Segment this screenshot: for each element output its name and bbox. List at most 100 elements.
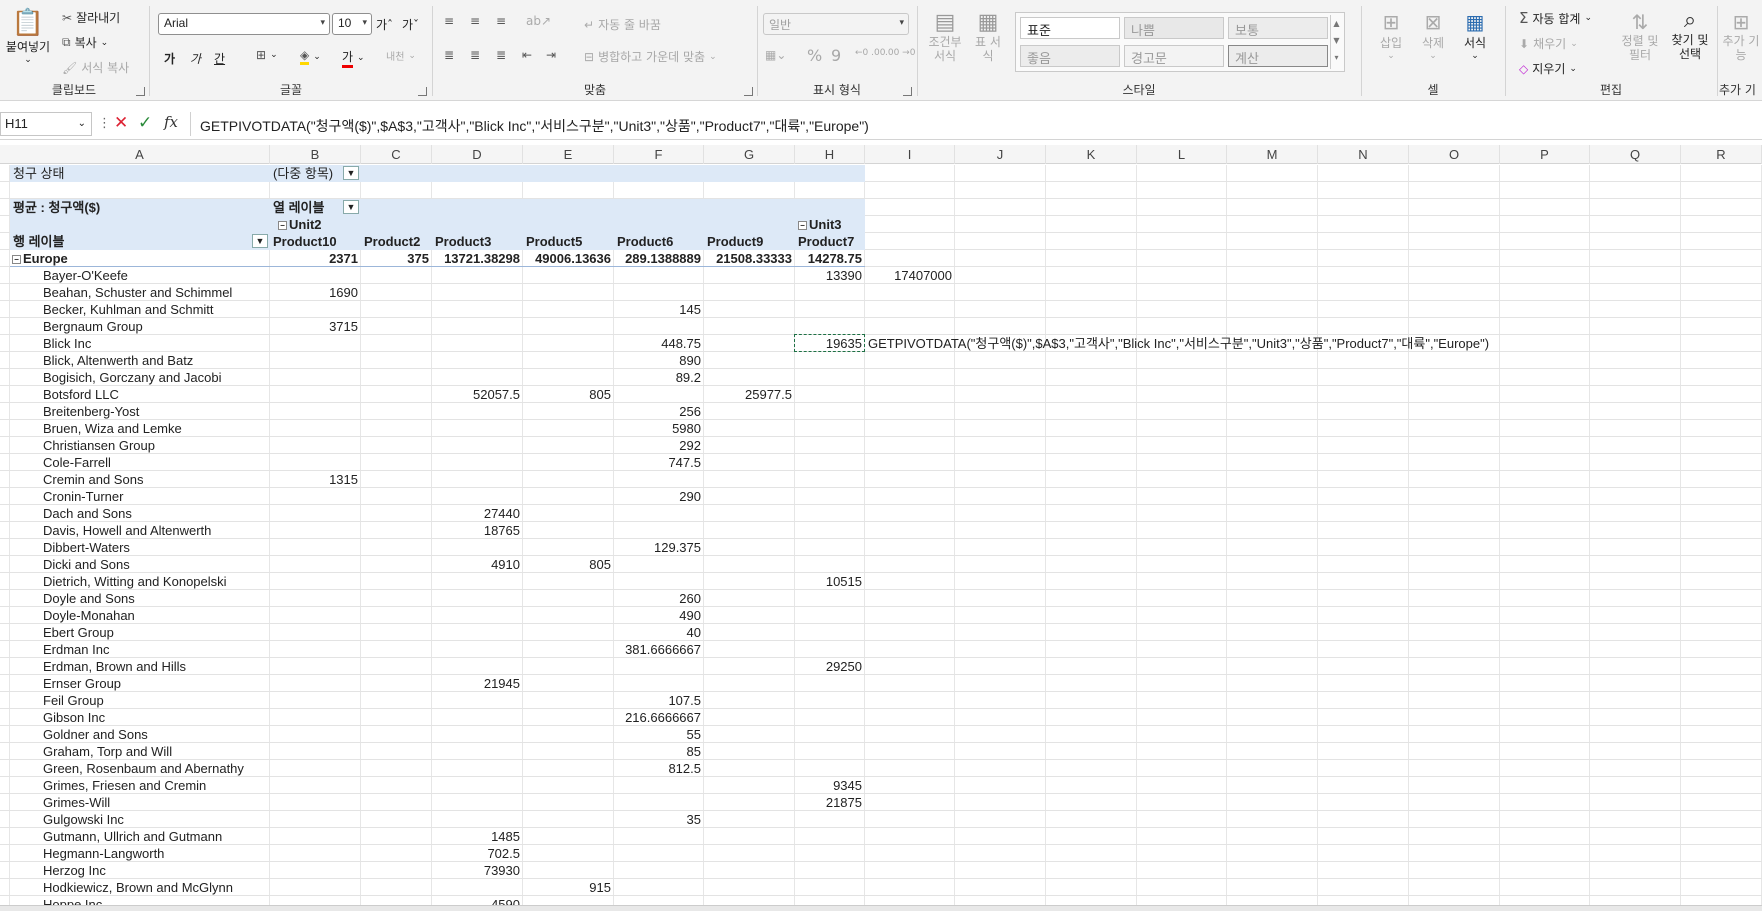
bold-button[interactable]: 가 (164, 50, 175, 67)
pivot-region-row[interactable]: − Europe (12, 250, 266, 267)
column-header-p[interactable]: P (1500, 145, 1590, 164)
pivot-row-labels[interactable]: 행 레이블 (13, 233, 267, 250)
collapse-icon[interactable]: − (278, 221, 287, 231)
pivot-value-cell[interactable]: 260 (614, 590, 701, 607)
find-select-button[interactable]: ⌕ 찾기 및 선택 (1667, 8, 1713, 61)
column-header-q[interactable]: Q (1590, 145, 1681, 164)
pivot-value-cell[interactable]: 13390 (795, 267, 862, 284)
align-bottom-button[interactable]: ≡ (496, 14, 506, 28)
phonetic-button[interactable]: 내천 ⌄ (386, 48, 416, 64)
underline-button[interactable]: 간 (214, 50, 225, 67)
pivot-value-cell[interactable]: 747.5 (614, 454, 701, 471)
name-box[interactable]: H11 ⌄ (0, 112, 92, 136)
pivot-customer-name[interactable]: Bergnaum Group (43, 318, 267, 335)
pivot-customer-name[interactable]: Goldner and Sons (43, 726, 267, 743)
pivot-value-cell[interactable]: 40 (614, 624, 701, 641)
copy-button[interactable]: ⧉ 복사 ⌄ (62, 34, 108, 51)
pivot-customer-name[interactable]: Blick Inc (43, 335, 267, 352)
pivot-value-cell[interactable]: 89.2 (614, 369, 701, 386)
style-bad[interactable]: 나쁨 (1124, 17, 1224, 39)
column-header-g[interactable]: G (704, 145, 795, 164)
pivot-value-cell[interactable]: 3715 (270, 318, 358, 335)
pivot-customer-name[interactable]: Ebert Group (43, 624, 267, 641)
pivot-customer-name[interactable]: Bruen, Wiza and Lemke (43, 420, 267, 437)
style-warning[interactable]: 경고문 (1124, 45, 1224, 67)
column-header-h[interactable]: H (795, 145, 865, 164)
pivot-customer-name[interactable]: Botsford LLC (43, 386, 267, 403)
pivot-value-cell[interactable]: 21875 (795, 794, 862, 811)
pivot-value-cell[interactable]: 256 (614, 403, 701, 420)
font-launcher[interactable] (418, 87, 427, 96)
pivot-value-cell[interactable]: 10515 (795, 573, 862, 590)
pivot-value-cell[interactable]: 21945 (432, 675, 520, 692)
conditional-format-button[interactable]: ▤ 조건부 서식 (925, 10, 965, 63)
percent-button[interactable]: % (807, 46, 822, 65)
pivot-product-header[interactable]: Product3 (435, 233, 520, 250)
grow-font-button[interactable]: 가ˆ (376, 16, 393, 33)
pivot-value-cell[interactable]: 216.6666667 (614, 709, 701, 726)
pivot-customer-name[interactable]: Hodkiewicz, Brown and McGlynn (43, 879, 267, 896)
format-as-table-button[interactable]: ▦ 표 서식 (973, 10, 1003, 63)
pivot-customer-name[interactable]: Feil Group (43, 692, 267, 709)
pivot-value-cell[interactable]: 25977.5 (704, 386, 792, 403)
fill-button[interactable]: ⬇ 채우기 ⌄ (1519, 35, 1578, 52)
column-header-k[interactable]: K (1046, 145, 1137, 164)
pivot-customer-name[interactable]: Gibson Inc (43, 709, 267, 726)
pivot-customer-name[interactable]: Gulgowski Inc (43, 811, 267, 828)
pivot-product-header[interactable]: Product5 (526, 233, 611, 250)
column-header-b[interactable]: B (270, 145, 361, 164)
pivot-product-header[interactable]: Product7 (798, 233, 862, 250)
pivot-value-cell[interactable]: 52057.5 (432, 386, 520, 403)
pivot-customer-name[interactable]: Erdman, Brown and Hills (43, 658, 267, 675)
cancel-icon[interactable]: ✕ (114, 113, 128, 133)
increase-decimal-button[interactable]: ←0 .00 (855, 48, 885, 58)
active-cell-selection[interactable] (794, 334, 865, 352)
enter-icon[interactable]: ✓ (138, 113, 152, 133)
comma-button[interactable]: 9 (831, 46, 841, 65)
more-options-icon[interactable]: ⋮ (98, 116, 111, 131)
italic-button[interactable]: 가 (190, 50, 201, 67)
align-right-button[interactable]: ≣ (496, 48, 506, 62)
pivot-customer-name[interactable]: Dicki and Sons (43, 556, 267, 573)
pivot-region-total[interactable]: 49006.13636 (523, 250, 611, 267)
style-good[interactable]: 좋음 (1020, 45, 1120, 67)
pivot-value-cell[interactable]: 73930 (432, 862, 520, 879)
paste-button[interactable]: 📋 붙여넣기 ⌄ (4, 8, 52, 65)
pivot-filter-label[interactable]: 청구 상태 (13, 165, 267, 182)
delete-button[interactable]: ⊠ 삭제 ⌄ (1415, 10, 1451, 61)
pivot-region-total[interactable]: 2371 (270, 250, 358, 267)
filter-dropdown-icon[interactable]: ▼ (252, 234, 268, 248)
autosum-button[interactable]: Σ 자동 합계 ⌄ (1519, 9, 1592, 27)
pivot-value-cell[interactable]: 145 (614, 301, 701, 318)
gallery-scroll[interactable]: ▲ ▼ ▾ (1330, 15, 1342, 69)
style-normal[interactable]: 표준 (1020, 17, 1120, 39)
pivot-customer-name[interactable]: Dietrich, Witting and Konopelski (43, 573, 267, 590)
number-launcher[interactable] (903, 87, 912, 96)
align-top-button[interactable]: ≡ (444, 14, 454, 28)
pivot-customer-name[interactable]: Christiansen Group (43, 437, 267, 454)
column-header-e[interactable]: E (523, 145, 614, 164)
column-header-m[interactable]: M (1227, 145, 1318, 164)
clipboard-launcher[interactable] (136, 87, 145, 96)
pivot-value-cell[interactable]: 805 (523, 386, 611, 403)
pivot-value-cell[interactable]: 915 (523, 879, 611, 896)
pivot-customer-name[interactable]: Breitenberg-Yost (43, 403, 267, 420)
pivot-customer-name[interactable]: Grimes, Friesen and Cremin (43, 777, 267, 794)
format-painter-button[interactable]: 🖌 서식 복사 (62, 59, 129, 76)
pivot-customer-name[interactable]: Becker, Kuhlman and Schmitt (43, 301, 267, 318)
pivot-value-cell[interactable]: 129.375 (614, 539, 701, 556)
column-header-d[interactable]: D (432, 145, 523, 164)
pivot-value-cell[interactable]: 1690 (270, 284, 358, 301)
align-left-button[interactable]: ≣ (444, 48, 454, 62)
pivot-value-cell[interactable]: 490 (614, 607, 701, 624)
pivot-unit2-header[interactable]: − Unit2 (278, 216, 363, 233)
pivot-customer-name[interactable]: Bayer-O'Keefe (43, 267, 267, 284)
pivot-value-cell[interactable]: 292 (614, 437, 701, 454)
pivot-customer-name[interactable]: Doyle-Monahan (43, 607, 267, 624)
pivot-region-total[interactable]: 375 (361, 250, 429, 267)
column-header-c[interactable]: C (361, 145, 432, 164)
merge-center-button[interactable]: ⊟ 병합하고 가운데 맞춤 ⌄ (584, 48, 717, 65)
currency-button[interactable]: ▦⌄ (765, 48, 786, 62)
pivot-value-cell[interactable]: 5980 (614, 420, 701, 437)
number-format-select[interactable]: 일반 ▾ (763, 13, 909, 35)
